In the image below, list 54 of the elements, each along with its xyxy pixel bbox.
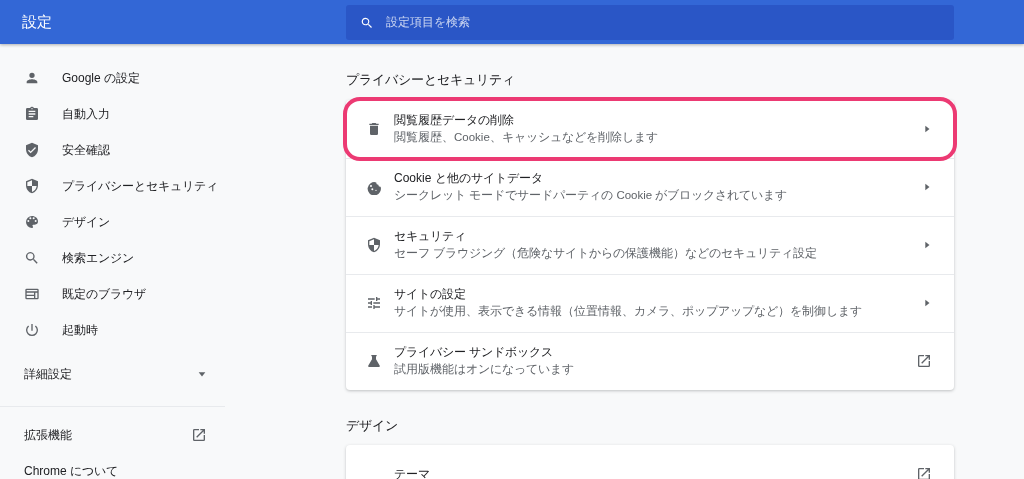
sidebar-item[interactable]: 起動時 [0, 312, 225, 348]
shield-icon [24, 178, 40, 194]
caret-icon[interactable] [197, 369, 207, 379]
flask-icon [366, 353, 382, 369]
row-description: 閲覧履歴、Cookie、キャッシュなどを削除します [394, 129, 659, 146]
arrow-icon[interactable] [922, 123, 932, 134]
external-link-icon[interactable] [191, 427, 207, 443]
row-description: 試用版機能はオンになっています [394, 362, 575, 378]
palette-icon [24, 214, 40, 230]
section-title: デザイン [346, 416, 399, 435]
sliders-icon [366, 295, 382, 311]
browser-window-icon [24, 286, 40, 302]
highlighted-settings-row[interactable]: 閲覧履歴データの削除 閲覧履歴、Cookie、キャッシュなどを削除します [346, 99, 954, 158]
shield-check-icon [24, 142, 40, 158]
trash-icon [366, 120, 382, 137]
sidebar-item[interactable]: 自動入力 [0, 96, 225, 132]
settings-row[interactable]: サイトの設定 サイトが使用、表示できる情報（位置情報、カメラ、ポップアップなど）を制御します [346, 273, 954, 332]
cookie-icon [366, 179, 382, 195]
advanced-settings-toggle[interactable]: 詳細設定 [24, 365, 72, 383]
arrow-icon[interactable] [922, 182, 932, 192]
sidebar-link[interactable]: Chrome について [24, 462, 118, 479]
sidebar-item[interactable]: デザイン [0, 204, 225, 240]
search-icon [24, 250, 40, 266]
row-description: セーフ ブラウジング（危険なサイトからの保護機能）などのセキュリティ設定 [394, 246, 819, 262]
settings-row[interactable]: Cookie と他のサイトデータ シークレット モードでサードパーティの Cookie がブロックされています [346, 157, 954, 216]
row-title: セキュリティ [394, 228, 467, 246]
power-icon [24, 322, 40, 338]
row-description: シークレット モードでサードパーティの Cookie がブロックされています [394, 188, 789, 204]
sidebar-link[interactable]: 拡張機能 [24, 426, 72, 444]
search-icon [360, 15, 374, 30]
row-description: サイトが使用、表示できる情報（位置情報、カメラ、ポップアップなど）を制御します [394, 304, 863, 320]
arrow-icon[interactable] [922, 240, 932, 250]
clipboard-icon [24, 106, 40, 122]
sidebar-item[interactable]: プライバシーとセキュリティ [0, 168, 225, 204]
settings-row[interactable]: セキュリティ セーフ ブラウジング（危険なサイトからの保護機能）などのセキュリティ設定 [346, 215, 954, 274]
person-icon [24, 70, 40, 86]
settings-row[interactable]: プライバシー サンドボックス 試用版機能はオンになっています [346, 331, 954, 390]
sidebar-item[interactable]: 安全確認 [0, 132, 225, 168]
arrow-icon[interactable] [922, 298, 932, 308]
section-title: プライバシーとセキュリティ [346, 71, 516, 89]
external-link-icon[interactable] [916, 466, 932, 479]
row-title: 閲覧履歴データの削除 [394, 111, 515, 129]
sidebar-item[interactable]: 検索エンジン [0, 240, 225, 276]
app-title: 設定 [21, 11, 53, 32]
settings-row[interactable]: テーマ [346, 445, 954, 479]
search-field[interactable]: 設定項目を検索 [346, 4, 954, 40]
external-link-icon[interactable] [916, 353, 932, 369]
sidebar-item[interactable]: 既定のブラウザ [0, 276, 225, 312]
row-title: テーマ [394, 466, 431, 479]
sidebar-item[interactable]: Google の設定 [0, 60, 225, 96]
row-title: プライバシー サンドボックス [394, 344, 555, 362]
row-title: サイトの設定 [394, 286, 467, 304]
shield-icon [366, 237, 382, 253]
row-title: Cookie と他のサイトデータ [394, 170, 544, 188]
